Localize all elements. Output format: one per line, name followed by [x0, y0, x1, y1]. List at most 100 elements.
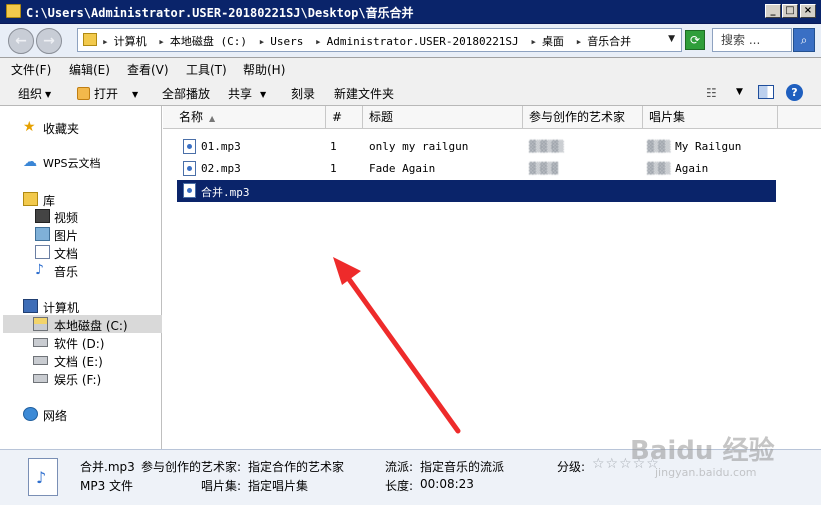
file-row[interactable]: 01.mp3 1 only my railgun ▓▒▓▒▓▒ ▓▒▓▒ My … [177, 136, 776, 158]
column-artist[interactable]: 参与创作的艺术家 [523, 106, 643, 129]
file-track: 1 [330, 140, 337, 153]
audio-file-icon [28, 458, 58, 496]
maximize-button[interactable]: □ [782, 4, 798, 18]
forward-button[interactable]: → [36, 28, 62, 54]
menu-help[interactable]: 帮助(H) [243, 61, 285, 78]
chevron-down-icon: ▼ [45, 90, 52, 99]
address-row: ← → ▸ 计算机 ▸ 本地磁盘 (C:) ▸ Users ▸ Administrato… [0, 24, 821, 58]
menu-edit[interactable]: 编辑(E) [69, 61, 110, 78]
file-artist-blurred: ▓▒▓▒▓▒ [529, 140, 564, 153]
nav-library[interactable]: 库 [3, 190, 162, 208]
audio-file-icon [183, 183, 196, 198]
file-row-selected[interactable]: 合并.mp3 [177, 180, 776, 202]
window-title: C:\Users\Administrator.USER-20180221SJ\D… [26, 6, 414, 20]
open-button[interactable]: 打开 ▼ [77, 85, 138, 102]
music-icon: ♪ [35, 262, 44, 278]
file-artist-blurred: ▓▒▓▒▓ [529, 162, 558, 175]
organize-button[interactable]: 组织 ▼ [18, 85, 51, 102]
play-all-button[interactable]: 全部播放 [162, 85, 210, 102]
navigation-pane: ★ 收藏夹 ☁ WPS云文档 库 视频 图片 文档 ♪ 音乐 计算机 本地磁盘 … [3, 106, 162, 449]
close-button[interactable]: × [800, 4, 816, 18]
nav-label: WPS云文档 [43, 157, 101, 170]
breadcrumb-item[interactable]: 桌面 [542, 35, 564, 48]
album-blurred: ▓▒▓▒ [647, 162, 676, 175]
menu-file[interactable]: 文件(F) [11, 61, 51, 78]
folder-icon [6, 4, 21, 18]
menu-view[interactable]: 查看(V) [127, 61, 169, 78]
organize-label: 组织 [18, 87, 43, 101]
breadcrumb-item[interactable]: 计算机 [114, 35, 147, 48]
nav-drive-e[interactable]: 文档 (E:) [3, 351, 162, 369]
menu-bar: 文件(F) 编辑(E) 查看(V) 工具(T) 帮助(H) [0, 58, 821, 80]
burn-button[interactable]: 刻录 [291, 85, 315, 102]
nav-label: 软件 (D:) [54, 337, 105, 351]
details-genre-value[interactable]: 指定音乐的流派 [420, 458, 504, 475]
breadcrumb-item[interactable]: 本地磁盘 (C:) [170, 35, 247, 48]
details-length-label: 长度: [385, 479, 414, 493]
column-name[interactable]: 名称 ▲ [173, 106, 326, 129]
library-icon [23, 192, 38, 206]
file-album: ▓▒▓▒ My Railgun [647, 140, 741, 153]
nav-label: 音乐 [54, 265, 79, 279]
file-name: 02.mp3 [201, 162, 241, 175]
share-button[interactable]: 共享 ▼ [228, 85, 266, 102]
breadcrumb-item[interactable]: 音乐合并 [587, 35, 631, 48]
open-label: 打开 [94, 87, 119, 101]
album-text: My Railgun [675, 140, 742, 153]
nav-drive-c[interactable]: 本地磁盘 (C:) [3, 315, 162, 333]
details-genre-label: 流派: [385, 460, 414, 474]
details-album-label: 唱片集: [201, 479, 242, 493]
nav-drive-f[interactable]: 娱乐 (F:) [3, 369, 162, 387]
star-icon: ★ [23, 119, 36, 135]
breadcrumb-item[interactable]: Users [270, 35, 303, 48]
column-title[interactable]: 标题 [363, 106, 523, 129]
column-album[interactable]: 唱片集 [643, 106, 778, 129]
picture-icon [35, 227, 50, 241]
nav-video[interactable]: 视频 [3, 207, 162, 225]
file-row[interactable]: 02.mp3 1 Fade Again ▓▒▓▒▓ ▓▒▓▒ Again [177, 158, 776, 180]
chevron-down-icon: ▼ [260, 90, 267, 99]
help-icon[interactable]: ? [786, 84, 803, 101]
refresh-button[interactable]: ⟳ [685, 30, 705, 50]
breadcrumb: ▸ 计算机 ▸ 本地磁盘 (C:) ▸ Users ▸ Administrator.US… [102, 35, 632, 48]
drive-icon [33, 317, 48, 331]
view-options-icon[interactable]: ☷ [706, 86, 717, 100]
address-bar[interactable]: ▸ 计算机 ▸ 本地磁盘 (C:) ▸ Users ▸ Administrator.US… [77, 28, 682, 52]
file-album: ▓▒▓▒ Again [647, 162, 708, 175]
chevron-down-icon[interactable]: ▼ [668, 34, 675, 44]
nav-drive-d[interactable]: 软件 (D:) [3, 333, 162, 351]
command-bar: 组织 ▼ 打开 ▼ 全部播放 共享 ▼ 刻录 新建文件夹 ☷ ▼ ? [0, 80, 821, 106]
file-title: only my railgun [369, 140, 469, 153]
file-name: 合并.mp3 [201, 186, 250, 199]
details-artist-value[interactable]: 指定合作的艺术家 [248, 458, 344, 475]
film-icon [35, 209, 50, 223]
drive-icon [33, 356, 48, 365]
chevron-down-icon[interactable]: ▼ [736, 87, 743, 97]
watermark-url: jingyan.baidu.com [655, 466, 757, 479]
nav-label: 文档 (E:) [54, 355, 103, 369]
nav-computer[interactable]: 计算机 [3, 297, 162, 315]
nav-network[interactable]: 网络 [3, 405, 162, 423]
nav-documents[interactable]: 文档 [3, 243, 162, 261]
album-text: Again [675, 162, 709, 175]
nav-music[interactable]: ♪ 音乐 [3, 261, 162, 279]
preview-pane-icon[interactable] [758, 85, 774, 99]
cloud-icon: ☁ [23, 154, 37, 170]
nav-favorites[interactable]: ★ 收藏夹 [3, 118, 162, 136]
search-input[interactable]: 搜索 ... [712, 28, 792, 52]
column-track[interactable]: # [326, 106, 363, 129]
album-blurred: ▓▒▓▒ [647, 140, 676, 153]
details-length-value: 00:08:23 [420, 477, 474, 491]
new-folder-button[interactable]: 新建文件夹 [334, 85, 394, 102]
nav-pictures[interactable]: 图片 [3, 225, 162, 243]
menu-tools[interactable]: 工具(T) [186, 61, 227, 78]
back-button[interactable]: ← [8, 28, 34, 54]
minimize-button[interactable]: _ [765, 4, 781, 18]
breadcrumb-item[interactable]: Administrator.USER-20180221SJ [327, 35, 519, 48]
network-icon [23, 407, 38, 421]
drive-icon [33, 338, 48, 347]
nav-label: 本地磁盘 (C:) [54, 319, 128, 333]
nav-wps-cloud[interactable]: ☁ WPS云文档 [3, 153, 162, 171]
search-icon[interactable]: ⌕ [793, 28, 815, 52]
details-album-value[interactable]: 指定唱片集 [248, 477, 308, 494]
